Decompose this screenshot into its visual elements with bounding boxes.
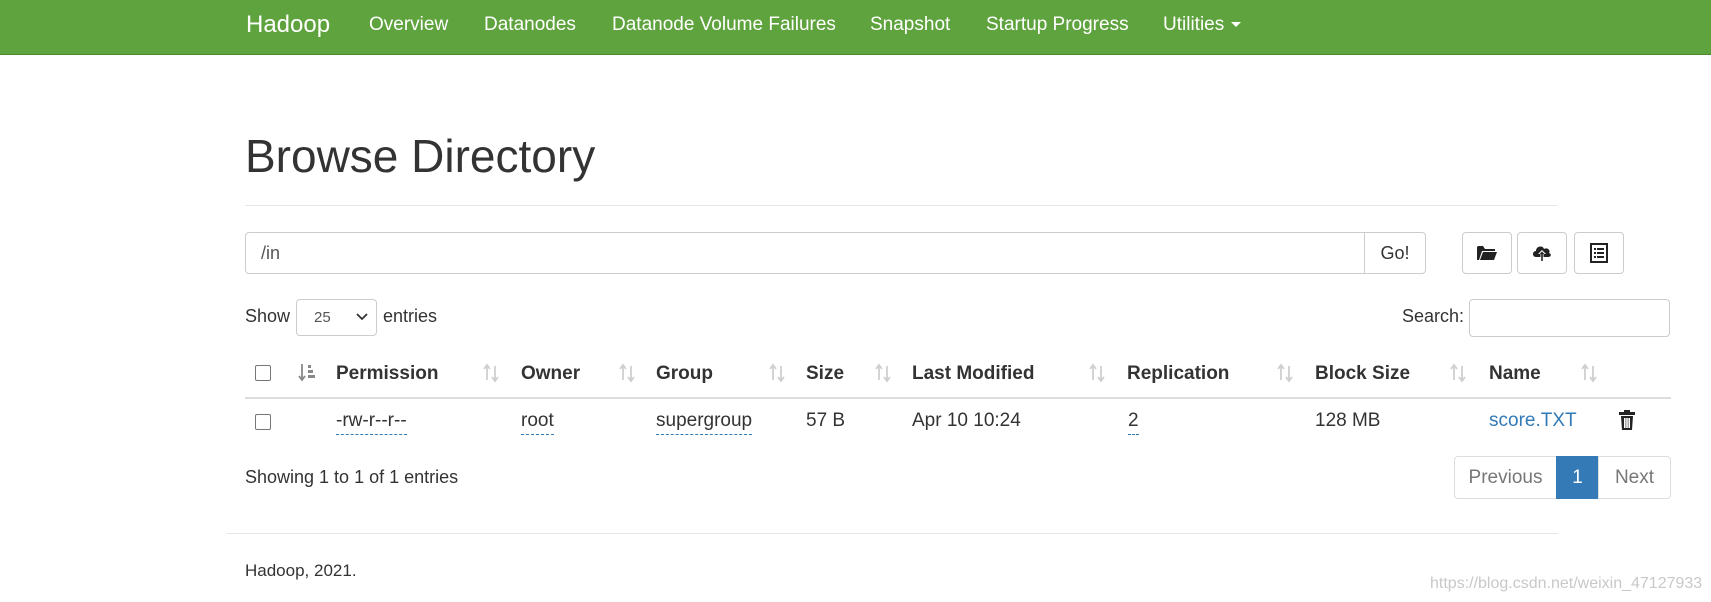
row-select-checkbox[interactable]: [255, 414, 271, 430]
select-all-checkbox[interactable]: [255, 365, 271, 381]
col-header-owner[interactable]: Owner: [521, 362, 580, 386]
page-size-value: 25: [314, 309, 331, 326]
cell-owner[interactable]: root: [521, 409, 554, 435]
col-header-group[interactable]: Group: [656, 362, 713, 386]
footer-text: Hadoop, 2021.: [245, 561, 357, 580]
sort-both-icon[interactable]: [767, 362, 787, 384]
cloud-upload-icon: [1533, 246, 1551, 261]
cell-size: 57 B: [806, 410, 846, 431]
nav-overview[interactable]: Overview: [369, 13, 448, 37]
sort-both-icon[interactable]: [873, 362, 893, 384]
cut-paste-button[interactable]: [1574, 232, 1624, 274]
watermark-text: https://blog.csdn.net/weixin_47127933: [1430, 575, 1703, 592]
upload-files-button[interactable]: [1517, 232, 1567, 274]
nav-utilities-dropdown[interactable]: Utilities: [1163, 13, 1242, 37]
top-navbar: Hadoop Overview Datanodes Datanode Volum…: [0, 0, 1711, 55]
nav-utilities-label: Utilities: [1163, 14, 1225, 35]
page-size-select[interactable]: 25: [296, 299, 377, 336]
title-divider: [245, 205, 1557, 206]
sort-both-icon[interactable]: [1087, 362, 1107, 384]
cell-last-modified: Apr 10 10:24: [912, 410, 1021, 431]
cell-group[interactable]: supergroup: [656, 409, 753, 435]
nav-snapshot[interactable]: Snapshot: [870, 13, 950, 37]
search-input[interactable]: [1469, 299, 1670, 337]
page-title: Browse Directory: [245, 130, 596, 182]
sort-ascending-icon[interactable]: [297, 362, 317, 384]
list-alt-icon: [1590, 243, 1608, 263]
pagination-previous-button[interactable]: Previous: [1454, 456, 1557, 499]
chevron-down-icon: [356, 313, 368, 321]
sort-both-icon[interactable]: [481, 362, 501, 384]
sort-both-icon[interactable]: [1579, 362, 1599, 384]
nav-startup-progress[interactable]: Startup Progress: [986, 13, 1129, 37]
go-button[interactable]: Go!: [1364, 232, 1426, 274]
cell-block-size: 128 MB: [1315, 410, 1381, 431]
sort-both-icon[interactable]: [1275, 362, 1295, 384]
footer-divider: [227, 533, 1558, 534]
create-directory-button[interactable]: [1462, 232, 1512, 274]
directory-path-input[interactable]: [245, 232, 1365, 274]
cell-permission[interactable]: -rw-r--r--: [336, 409, 407, 435]
trash-icon[interactable]: [1616, 409, 1638, 431]
nav-datanode-volume-failures[interactable]: Datanode Volume Failures: [612, 13, 836, 37]
search-label: Search:: [1402, 306, 1465, 326]
show-label: Show: [245, 306, 291, 326]
col-header-last-modified[interactable]: Last Modified: [912, 362, 1034, 386]
brand-logo[interactable]: Hadoop: [246, 10, 330, 40]
col-header-block-size[interactable]: Block Size: [1315, 362, 1410, 386]
col-header-permission[interactable]: Permission: [336, 362, 438, 386]
pagination-next-button[interactable]: Next: [1598, 456, 1671, 499]
sort-both-icon[interactable]: [617, 362, 637, 384]
cell-replication[interactable]: 2: [1128, 409, 1139, 435]
entries-label: entries: [383, 306, 438, 326]
col-header-name[interactable]: Name: [1489, 362, 1541, 386]
col-header-size[interactable]: Size: [806, 362, 844, 386]
table-info-text: Showing 1 to 1 of 1 entries: [245, 467, 459, 487]
table-header-divider: [245, 397, 1671, 399]
cell-name-link[interactable]: score.TXT: [1489, 409, 1577, 433]
col-header-replication[interactable]: Replication: [1127, 362, 1229, 386]
caret-down-icon: [1231, 22, 1242, 28]
sort-both-icon[interactable]: [1448, 362, 1468, 384]
pagination-page-1-button[interactable]: 1: [1556, 456, 1599, 499]
nav-datanodes[interactable]: Datanodes: [484, 13, 576, 37]
folder-open-icon: [1477, 246, 1497, 260]
